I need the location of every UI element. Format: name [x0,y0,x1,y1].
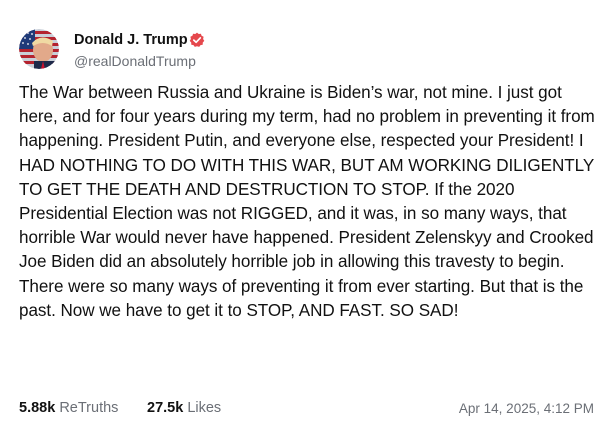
profile-avatar-icon[interactable] [19,29,59,69]
post-timestamp[interactable]: Apr 14, 2025, 4:12 PM [459,399,594,419]
retruths-label: ReTruths [59,400,119,416]
retruths-stat[interactable]: 5.88k ReTruths [19,398,118,418]
likes-count: 27.5k [147,400,184,416]
likes-label: Likes [187,400,222,416]
post-footer: 5.88k ReTruths 27.5k Likes Apr 14, 2025,… [19,398,594,418]
verified-badge-icon [189,32,205,47]
author-name[interactable]: Donald J. Trump [74,31,188,49]
post-card: Donald J. Trump @realDonaldTrump The War… [0,0,608,429]
retruths-count: 5.88k [19,400,56,416]
likes-stat[interactable]: 27.5k Likes [147,398,221,418]
author-handle[interactable]: @realDonaldTrump [74,53,196,70]
post-text: The War between Russia and Ukraine is Bi… [19,83,595,320]
avatar-image [19,29,59,69]
